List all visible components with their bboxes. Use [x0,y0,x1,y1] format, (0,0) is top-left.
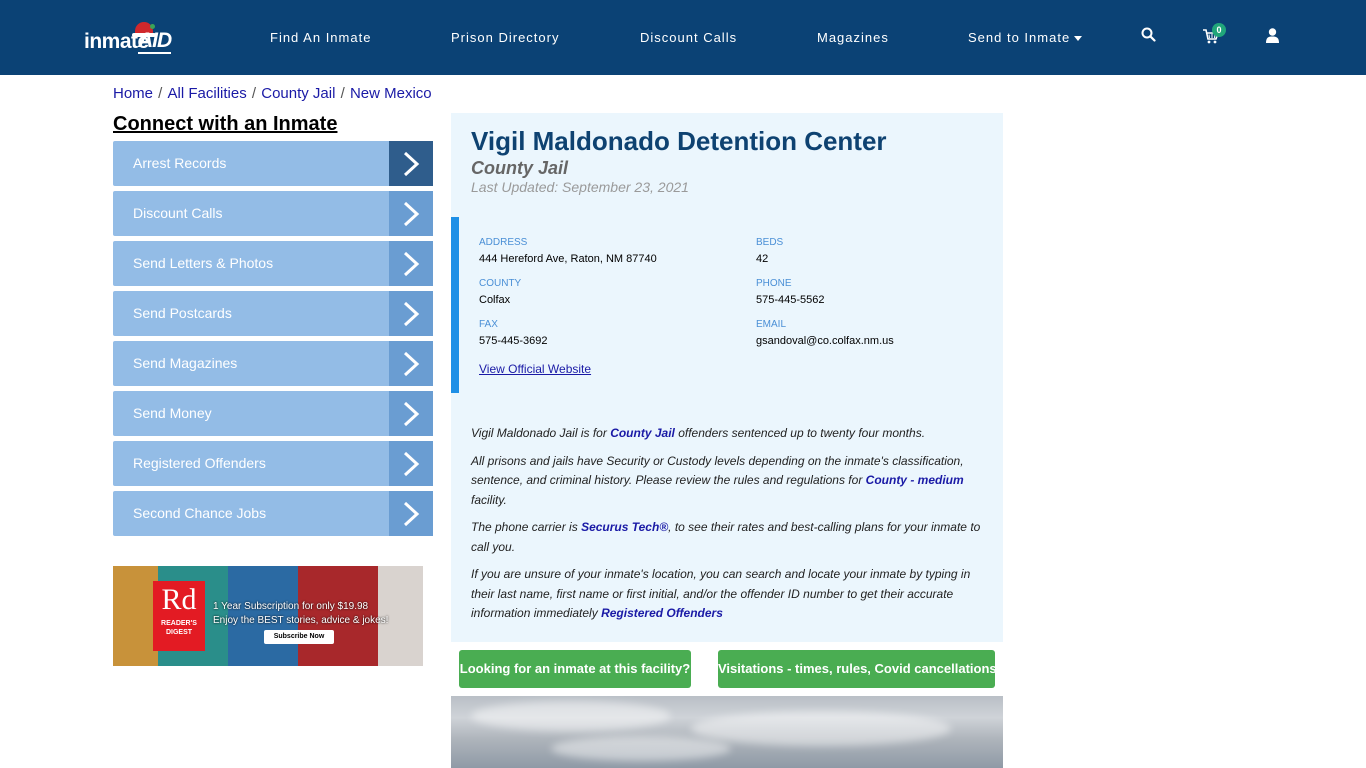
chevron-right-icon [389,241,433,286]
address-label: ADDRESS [479,237,528,248]
county-jail-link[interactable]: County Jail [610,426,675,440]
logo-accent-text: AID [138,29,172,54]
facility-name: Vigil Maldonado Detention Center [471,126,887,156]
view-official-website-link[interactable]: View Official Website [479,362,591,376]
description-paragraph: Vigil Maldonado Jail is for County Jail … [471,424,986,444]
find-inmate-at-facility-button[interactable]: Looking for an inmate at this facility? [459,650,691,688]
rd-logo-small-2: DIGEST [165,629,193,636]
sidebar-item-arrest-records[interactable]: Arrest Records [113,141,433,186]
magazine-cover-image [113,566,158,666]
sidebar-item-label: Arrest Records [133,155,227,171]
sidebar-item-label: Send Magazines [133,355,238,371]
sidebar-item-discount-calls[interactable]: Discount Calls [113,191,433,236]
breadcrumb: Home / All Facilities / County Jail / Ne… [113,85,432,102]
email-value[interactable]: gsandoval@co.colfax.nm.us [756,333,894,349]
facility-description: Vigil Maldonado Jail is for County Jail … [471,424,986,632]
phone-value: 575-445-5562 [756,294,825,306]
facility-type: County Jail [471,158,569,178]
breadcrumb-separator: / [154,85,167,102]
chevron-right-icon [389,141,433,186]
breadcrumb-all-facilities[interactable]: All Facilities [168,85,247,102]
description-text: facility. [471,492,507,507]
chevron-right-icon [389,191,433,236]
ad-tagline-text: Enjoy the BEST stories, advice & jokes! [213,615,389,626]
cart-count-badge: 0 [1212,23,1226,37]
nav-send-to-inmate[interactable]: Send to Inmate [968,30,1083,45]
sidebar-item-second-chance-jobs[interactable]: Second Chance Jobs [113,491,433,536]
email-label: EMAIL [756,319,787,330]
chevron-right-icon [389,441,433,486]
beds-value: 42 [756,253,769,265]
description-paragraph: If you are unsure of your inmate's locat… [471,565,986,624]
sidebar-title: Connect with an Inmate [113,113,338,135]
sidebar-item-label: Second Chance Jobs [133,505,267,521]
nav-discount-calls[interactable]: Discount Calls [640,30,737,45]
sidebar-item-label: Send Letters & Photos [133,255,274,271]
fax-label: FAX [479,319,498,330]
sidebar-item-label: Registered Offenders [133,455,266,471]
fax-field: FAX 575-445-3692 [479,319,548,349]
county-field: COUNTY Colfax [479,278,521,308]
nav-find-an-inmate[interactable]: Find An Inmate [270,30,371,45]
subscribe-now-button[interactable]: Subscribe Now [264,630,334,644]
cloud-shape [551,736,731,761]
user-icon[interactable] [1266,28,1279,48]
sidebar-item-label: Send Postcards [133,305,232,321]
securus-tech-link[interactable]: Securus Tech® [581,520,668,534]
fax-value: 575-445-3692 [479,335,548,347]
breadcrumb-new-mexico[interactable]: New Mexico [350,85,432,102]
phone-label: PHONE [756,278,792,289]
breadcrumb-separator: / [336,85,349,102]
caret-down-icon [1074,36,1083,42]
address-field: ADDRESS 444 Hereford Ave, Raton, NM 8774… [479,237,657,267]
visitations-button[interactable]: Visitations - times, rules, Covid cancel… [718,650,997,688]
county-value: Colfax [479,294,511,306]
last-updated: Last Updated: September 23, 2021 [471,179,689,195]
sidebar-menu: Arrest Records Discount Calls Send Lette… [113,141,433,541]
beds-label: BEDS [756,237,784,248]
rd-logo-big: Rd [161,583,197,616]
facility-photo [451,696,1003,768]
sidebar-item-send-letters-photos[interactable]: Send Letters & Photos [113,241,433,286]
sidebar-item-send-money[interactable]: Send Money [113,391,433,436]
sidebar-item-send-postcards[interactable]: Send Postcards [113,291,433,336]
facility-card: Vigil Maldonado Detention Center County … [451,113,1003,642]
site-header: inmate AID Find An Inmate Prison Directo… [0,0,1366,75]
email-field: EMAIL gsandoval@co.colfax.nm.us [756,319,894,349]
chevron-right-icon [389,491,433,536]
ad-offer-text: 1 Year Subscription for only $19.98 [213,601,369,612]
address-value: 444 Hereford Ave, Raton, NM 87740 [479,253,657,265]
rd-logo-small-1: READER'S [161,620,197,627]
description-paragraph: All prisons and jails have Security or C… [471,452,986,511]
chevron-right-icon [389,341,433,386]
beds-field: BEDS 42 [756,237,783,267]
cloud-shape [691,711,951,746]
description-text: The phone carrier is [471,520,582,534]
nav-magazines[interactable]: Magazines [817,30,889,45]
sidebar-item-registered-offenders[interactable]: Registered Offenders [113,441,433,486]
cloud-shape [471,701,671,731]
registered-offenders-link[interactable]: Registered Offenders [601,606,723,620]
sidebar-item-label: Send Money [133,405,212,421]
breadcrumb-home[interactable]: Home [113,85,153,102]
county-medium-link[interactable]: County - medium [866,473,964,487]
readers-digest-logo: Rd READER'S DIGEST [153,581,205,651]
breadcrumb-county-jail[interactable]: County Jail [261,85,335,102]
chevron-right-icon [389,391,433,436]
chevron-right-icon [389,291,433,336]
breadcrumb-separator: / [247,85,261,102]
nav-prison-directory[interactable]: Prison Directory [451,30,559,45]
description-text: offenders sentenced up to twenty four mo… [674,426,926,440]
phone-field: PHONE 575-445-5562 [756,278,825,308]
facility-info-box: ADDRESS 444 Hereford Ave, Raton, NM 8774… [451,217,1003,393]
description-paragraph: The phone carrier is Securus Tech®, to s… [471,518,986,557]
nav-send-to-inmate-label: Send to Inmate [968,30,1071,45]
sidebar-item-send-magazines[interactable]: Send Magazines [113,341,433,386]
readers-digest-ad[interactable]: Rd READER'S DIGEST 1 Year Subscription f… [113,566,423,666]
search-icon[interactable] [1141,27,1156,47]
logo[interactable]: inmate AID [84,22,184,56]
county-label: COUNTY [479,278,522,289]
description-text: Vigil Maldonado Jail is for [471,426,611,440]
sidebar-item-label: Discount Calls [133,205,223,221]
